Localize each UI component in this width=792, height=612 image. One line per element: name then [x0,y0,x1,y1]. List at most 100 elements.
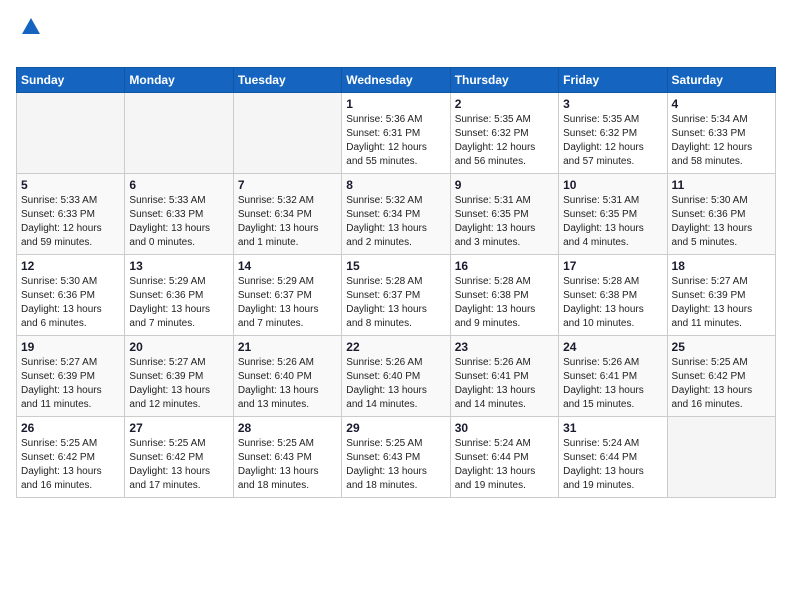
calendar-week-1: 5 Sunrise: 5:33 AM Sunset: 6:33 PM Daylig… [17,174,776,255]
day-info: Sunrise: 5:26 AM Sunset: 6:40 PM Dayligh… [238,356,337,412]
weekday-header-thursday: Thursday [450,68,558,93]
calendar-cell: 12 Sunrise: 5:30 AM Sunset: 6:36 PM Dayli… [17,255,125,336]
weekday-header-wednesday: Wednesday [342,68,450,93]
weekday-header-monday: Monday [125,68,233,93]
calendar-week-2: 12 Sunrise: 5:30 AM Sunset: 6:36 PM Dayli… [17,255,776,336]
weekday-header-saturday: Saturday [667,68,775,93]
day-number: 8 [346,178,445,192]
calendar-header-row: SundayMondayTuesdayWednesdayThursdayFrid… [17,68,776,93]
day-info: Sunrise: 5:24 AM Sunset: 6:44 PM Dayligh… [455,437,554,493]
day-number: 24 [563,340,662,354]
day-info: Sunrise: 5:25 AM Sunset: 6:43 PM Dayligh… [238,437,337,493]
calendar-cell: 22 Sunrise: 5:26 AM Sunset: 6:40 PM Dayli… [342,336,450,417]
day-info: Sunrise: 5:25 AM Sunset: 6:42 PM Dayligh… [672,356,771,412]
calendar-cell: 13Sunrise: 5:29 AM Sunset: 6:36 PM Dayli… [125,255,233,336]
day-info: Sunrise: 5:36 AM Sunset: 6:31 PM Dayligh… [346,113,445,169]
calendar-cell: 8 Sunrise: 5:32 AM Sunset: 6:34 PM Daylig… [342,174,450,255]
calendar-week-3: 19 Sunrise: 5:27 AM Sunset: 6:39 PM Dayli… [17,336,776,417]
day-number: 27 [129,421,228,435]
day-number: 2 [455,97,554,111]
day-number: 16 [455,259,554,273]
calendar-cell: 3Sunrise: 5:35 AM Sunset: 6:32 PM Daylig… [559,93,667,174]
day-number: 28 [238,421,337,435]
calendar-cell: 7 Sunrise: 5:32 AM Sunset: 6:34 PM Daylig… [233,174,341,255]
day-number: 14 [238,259,337,273]
day-number: 9 [455,178,554,192]
calendar-cell: 9Sunrise: 5:31 AM Sunset: 6:35 PM Daylig… [450,174,558,255]
day-number: 18 [672,259,771,273]
logo-icon [20,16,42,38]
day-number: 6 [129,178,228,192]
day-number: 13 [129,259,228,273]
day-info: Sunrise: 5:25 AM Sunset: 6:43 PM Dayligh… [346,437,445,493]
day-number: 4 [672,97,771,111]
calendar-cell: 19 Sunrise: 5:27 AM Sunset: 6:39 PM Dayli… [17,336,125,417]
day-info: Sunrise: 5:26 AM Sunset: 6:40 PM Dayligh… [346,356,445,412]
day-info: Sunrise: 5:26 AM Sunset: 6:41 PM Dayligh… [455,356,554,412]
page-header [16,16,776,59]
weekday-header-friday: Friday [559,68,667,93]
day-number: 12 [21,259,120,273]
calendar-cell: 23 Sunrise: 5:26 AM Sunset: 6:41 PM Dayli… [450,336,558,417]
day-info: Sunrise: 5:33 AM Sunset: 6:33 PM Dayligh… [21,194,120,250]
day-number: 30 [455,421,554,435]
calendar-cell [17,93,125,174]
day-number: 31 [563,421,662,435]
day-info: Sunrise: 5:28 AM Sunset: 6:38 PM Dayligh… [563,275,662,331]
day-number: 20 [129,340,228,354]
calendar-cell: 17 Sunrise: 5:28 AM Sunset: 6:38 PM Dayli… [559,255,667,336]
calendar-cell: 27 Sunrise: 5:25 AM Sunset: 6:42 PM Dayli… [125,417,233,498]
day-info: Sunrise: 5:28 AM Sunset: 6:37 PM Dayligh… [346,275,445,331]
day-info: Sunrise: 5:30 AM Sunset: 6:36 PM Dayligh… [21,275,120,331]
day-number: 26 [21,421,120,435]
day-number: 10 [563,178,662,192]
day-info: Sunrise: 5:32 AM Sunset: 6:34 PM Dayligh… [238,194,337,250]
day-info: Sunrise: 5:35 AM Sunset: 6:32 PM Dayligh… [455,113,554,169]
day-number: 25 [672,340,771,354]
day-number: 7 [238,178,337,192]
calendar-cell: 21Sunrise: 5:26 AM Sunset: 6:40 PM Dayli… [233,336,341,417]
calendar-cell: 15 Sunrise: 5:28 AM Sunset: 6:37 PM Dayli… [342,255,450,336]
calendar-cell: 4 Sunrise: 5:34 AM Sunset: 6:33 PM Daylig… [667,93,775,174]
calendar-cell: 20 Sunrise: 5:27 AM Sunset: 6:39 PM Dayli… [125,336,233,417]
day-number: 3 [563,97,662,111]
calendar-week-0: 1 Sunrise: 5:36 AM Sunset: 6:31 PM Daylig… [17,93,776,174]
calendar-cell: 18 Sunrise: 5:27 AM Sunset: 6:39 PM Dayli… [667,255,775,336]
calendar-cell: 14 Sunrise: 5:29 AM Sunset: 6:37 PM Dayli… [233,255,341,336]
calendar-table: SundayMondayTuesdayWednesdayThursdayFrid… [16,67,776,498]
day-info: Sunrise: 5:30 AM Sunset: 6:36 PM Dayligh… [672,194,771,250]
calendar-cell: 31 Sunrise: 5:24 AM Sunset: 6:44 PM Dayli… [559,417,667,498]
day-number: 5 [21,178,120,192]
calendar-cell: 11Sunrise: 5:30 AM Sunset: 6:36 PM Dayli… [667,174,775,255]
calendar-cell: 24Sunrise: 5:26 AM Sunset: 6:41 PM Dayli… [559,336,667,417]
logo [16,16,42,59]
day-info: Sunrise: 5:27 AM Sunset: 6:39 PM Dayligh… [672,275,771,331]
weekday-header-sunday: Sunday [17,68,125,93]
calendar-cell [233,93,341,174]
day-number: 15 [346,259,445,273]
calendar-cell: 6Sunrise: 5:33 AM Sunset: 6:33 PM Daylig… [125,174,233,255]
calendar-cell: 16 Sunrise: 5:28 AM Sunset: 6:38 PM Dayli… [450,255,558,336]
calendar-cell [667,417,775,498]
calendar-cell: 29 Sunrise: 5:25 AM Sunset: 6:43 PM Dayli… [342,417,450,498]
day-number: 29 [346,421,445,435]
day-info: Sunrise: 5:25 AM Sunset: 6:42 PM Dayligh… [129,437,228,493]
day-info: Sunrise: 5:28 AM Sunset: 6:38 PM Dayligh… [455,275,554,331]
day-number: 17 [563,259,662,273]
calendar-cell [125,93,233,174]
day-number: 1 [346,97,445,111]
weekday-header-tuesday: Tuesday [233,68,341,93]
calendar-cell: 30 Sunrise: 5:24 AM Sunset: 6:44 PM Dayli… [450,417,558,498]
day-info: Sunrise: 5:24 AM Sunset: 6:44 PM Dayligh… [563,437,662,493]
day-info: Sunrise: 5:32 AM Sunset: 6:34 PM Dayligh… [346,194,445,250]
calendar-cell: 1 Sunrise: 5:36 AM Sunset: 6:31 PM Daylig… [342,93,450,174]
day-number: 22 [346,340,445,354]
day-number: 19 [21,340,120,354]
calendar-cell: 5 Sunrise: 5:33 AM Sunset: 6:33 PM Daylig… [17,174,125,255]
calendar-cell: 28 Sunrise: 5:25 AM Sunset: 6:43 PM Dayli… [233,417,341,498]
day-info: Sunrise: 5:29 AM Sunset: 6:37 PM Dayligh… [238,275,337,331]
day-info: Sunrise: 5:27 AM Sunset: 6:39 PM Dayligh… [21,356,120,412]
day-info: Sunrise: 5:27 AM Sunset: 6:39 PM Dayligh… [129,356,228,412]
day-info: Sunrise: 5:34 AM Sunset: 6:33 PM Dayligh… [672,113,771,169]
day-number: 23 [455,340,554,354]
